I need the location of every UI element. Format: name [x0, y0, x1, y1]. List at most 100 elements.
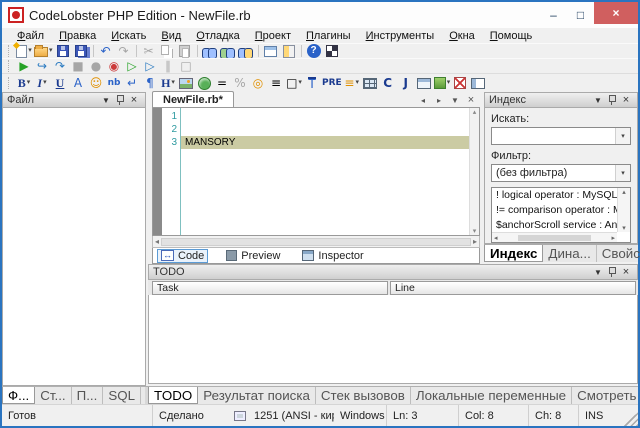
- menu-tools[interactable]: Инструменты: [359, 30, 442, 42]
- index-list-item[interactable]: != comparison operator : MyS: [492, 203, 617, 218]
- tab-index[interactable]: Индекс: [484, 245, 543, 262]
- save-button[interactable]: [54, 44, 72, 59]
- minimize-button[interactable]: –: [540, 6, 567, 25]
- redo-button[interactable]: ↷: [115, 44, 133, 59]
- stop-button[interactable]: ■: [69, 59, 87, 74]
- files-panel-body[interactable]: [2, 108, 146, 386]
- text-top-button[interactable]: T: [303, 74, 321, 92]
- menu-windows[interactable]: Окна: [442, 30, 482, 42]
- tab-local-variables[interactable]: Локальные переменные: [411, 387, 572, 404]
- remove-breakpoints-button[interactable]: ◉: [105, 59, 123, 74]
- tab-files[interactable]: Ф...: [2, 387, 35, 404]
- filter-combobox[interactable]: (без фильтра) ▾: [491, 164, 631, 182]
- panel-menu-button[interactable]: ▼: [99, 93, 113, 107]
- div-block-button[interactable]: □▾: [285, 74, 303, 92]
- editor-horizontal-scrollbar[interactable]: ◂ ▸: [152, 236, 480, 248]
- code-line[interactable]: [181, 110, 469, 123]
- run-button[interactable]: ▶: [15, 59, 33, 74]
- bold-button[interactable]: B▾: [15, 74, 33, 92]
- layout-button[interactable]: [469, 74, 487, 92]
- menu-view[interactable]: Вид: [154, 30, 188, 42]
- menu-search[interactable]: Искать: [104, 30, 153, 42]
- scroll-up-icon[interactable]: ▴: [622, 188, 626, 196]
- continue-button[interactable]: ▷: [141, 59, 159, 74]
- step-into-button[interactable]: ↪: [33, 59, 51, 74]
- scroll-right-icon[interactable]: ▸: [473, 237, 477, 246]
- close-button[interactable]: ×: [594, 2, 638, 24]
- menu-help[interactable]: Помощь: [483, 30, 540, 42]
- breakpoint-gutter[interactable]: [153, 108, 162, 235]
- tab-properties[interactable]: Свойс...: [597, 245, 640, 262]
- tab-dynamic-help[interactable]: Дина...: [543, 245, 596, 262]
- tab-project[interactable]: П...: [72, 387, 104, 404]
- window-list-button[interactable]: ▼: [448, 93, 462, 107]
- form-button[interactable]: [415, 74, 433, 92]
- code-line[interactable]: [181, 123, 469, 136]
- current-code-line[interactable]: MANSORY: [181, 136, 469, 149]
- css-button[interactable]: C: [379, 74, 397, 92]
- tab-call-stack[interactable]: Стек вызовов: [316, 387, 411, 404]
- run-to-cursor-button[interactable]: ▷: [123, 59, 141, 74]
- table-button[interactable]: [361, 74, 379, 92]
- todo-panel-header[interactable]: TODO ▼ ×: [148, 264, 638, 280]
- editor-tab[interactable]: NewFile.rb*: [152, 91, 234, 107]
- italic-button[interactable]: I▾: [33, 74, 51, 92]
- save-all-button[interactable]: [72, 44, 90, 59]
- code-text-area[interactable]: MANSORY: [181, 108, 469, 235]
- open-file-button[interactable]: ▾: [33, 44, 54, 59]
- tab-structure[interactable]: Ст...: [35, 387, 71, 404]
- maximize-button[interactable]: □: [567, 6, 594, 25]
- new-file-button[interactable]: ▾: [15, 44, 33, 59]
- panel-menu-button[interactable]: ▼: [591, 93, 605, 107]
- tab-drupal[interactable]: Dr...: [141, 387, 148, 404]
- index-list-item[interactable]: ! logical operator : MySQL: [492, 188, 617, 203]
- equals-button[interactable]: =: [213, 74, 231, 92]
- todo-list-body[interactable]: [148, 295, 638, 384]
- scroll-right-icon[interactable]: ▸: [611, 234, 615, 242]
- delete-element-button[interactable]: [451, 74, 469, 92]
- list-vertical-scrollbar[interactable]: ▴ ▾: [617, 188, 630, 232]
- view-grid-button[interactable]: [323, 44, 341, 59]
- resize-grip[interactable]: [624, 412, 638, 426]
- js-button[interactable]: J: [397, 74, 415, 92]
- code-view-button[interactable]: ↔Code: [157, 249, 208, 263]
- hyperlink-button[interactable]: [195, 74, 213, 92]
- inspector-view-button[interactable]: Inspector: [298, 249, 367, 263]
- smiley-button[interactable]: ☺: [87, 74, 105, 92]
- code-editor[interactable]: 1 2 3 MANSORY ▴ ▾: [152, 108, 480, 236]
- heading-button[interactable]: H▾: [159, 74, 177, 92]
- menu-debug[interactable]: Отладка: [189, 30, 247, 42]
- paste-button[interactable]: [176, 44, 194, 59]
- snippets-button[interactable]: [280, 44, 298, 59]
- paragraph-button[interactable]: ¶: [141, 74, 159, 92]
- status-encoding[interactable]: 1251 (ANSI - кири: [252, 405, 334, 426]
- tab-todo[interactable]: TODO: [148, 387, 198, 404]
- filter-value[interactable]: (без фильтра): [492, 167, 615, 179]
- menu-edit[interactable]: Правка: [52, 30, 103, 42]
- toolbar-grip[interactable]: [8, 60, 12, 72]
- toolbar-grip[interactable]: [8, 77, 12, 89]
- menu-file[interactable]: Файл: [10, 30, 51, 42]
- step-over-button[interactable]: ↷: [51, 59, 69, 74]
- editor-vertical-scrollbar[interactable]: ▴ ▾: [469, 108, 479, 235]
- scrollbar-thumb[interactable]: [161, 238, 471, 246]
- scroll-down-icon[interactable]: ▾: [473, 227, 477, 235]
- anchor-button[interactable]: ◎: [249, 74, 267, 92]
- menu-project[interactable]: Проект: [248, 30, 298, 42]
- scroll-tabs-right-button[interactable]: ▸: [432, 93, 446, 107]
- column-header-line[interactable]: Line: [390, 281, 636, 295]
- tab-watch[interactable]: Смотреть: [572, 387, 638, 404]
- replace-button[interactable]: [219, 44, 237, 59]
- toolbar-grip[interactable]: [8, 45, 12, 57]
- pause-button[interactable]: ∥: [159, 59, 177, 74]
- panel-menu-button[interactable]: ▼: [591, 265, 605, 279]
- status-line-endings[interactable]: Windows: [334, 405, 386, 426]
- tab-search-results[interactable]: Результат поиска: [198, 387, 316, 404]
- find-button[interactable]: [201, 44, 219, 59]
- scroll-left-icon[interactable]: ◂: [155, 237, 159, 246]
- panel-pin-button[interactable]: [605, 265, 619, 279]
- underline-button[interactable]: U: [51, 74, 69, 92]
- panel-close-button[interactable]: ×: [127, 93, 141, 107]
- combo-dropdown-button[interactable]: ▾: [615, 128, 630, 144]
- new-window-button[interactable]: [262, 44, 280, 59]
